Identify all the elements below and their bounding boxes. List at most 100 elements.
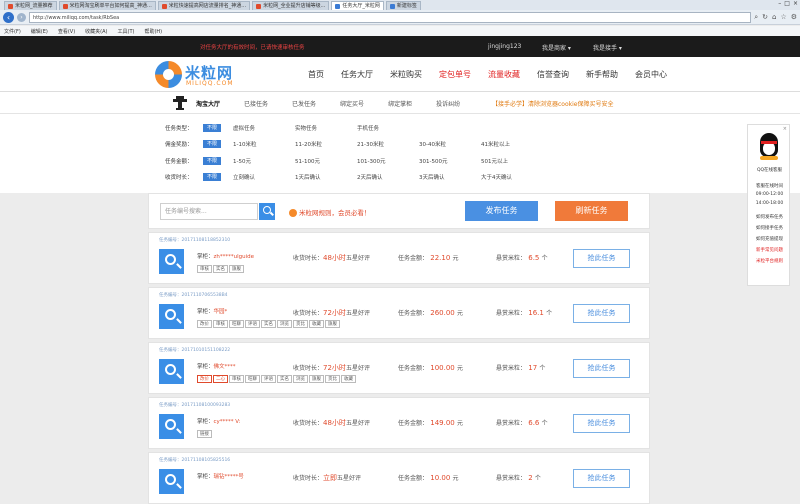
grab-task-button[interactable]: 抢此任务 bbox=[573, 249, 630, 268]
buyer-menu[interactable]: 我是接手 ▾ bbox=[593, 43, 622, 52]
filter-option[interactable]: 大于4天确认 bbox=[481, 173, 543, 181]
search-button[interactable] bbox=[259, 203, 275, 220]
menu-item[interactable]: 工具(T) bbox=[118, 28, 135, 35]
promo-link[interactable]: 【接手必学】清除浏览器cookie保障买号安全 bbox=[492, 99, 613, 108]
tab-label: 米粒网淘宝刷单平台如何提高_神通... bbox=[69, 3, 152, 9]
seller-menu[interactable]: 我是商家 ▾ bbox=[542, 43, 571, 52]
minimize-icon[interactable]: – bbox=[778, 0, 781, 8]
filter-option[interactable]: 41米粒以上 bbox=[481, 140, 543, 148]
filter-option[interactable]: 手机任务 bbox=[357, 124, 419, 132]
grab-task-button[interactable]: 抢此任务 bbox=[573, 469, 630, 488]
refresh-task-button[interactable]: 刷新任务 bbox=[555, 201, 628, 221]
filter-option[interactable]: 实物任务 bbox=[295, 124, 357, 132]
nav-item[interactable]: 任务大厅 bbox=[341, 69, 373, 80]
task-shop: 掌柜：佛文**** bbox=[197, 362, 236, 370]
filter-option[interactable]: 立刻确认 bbox=[233, 173, 295, 181]
filter-option[interactable]: 301-500元 bbox=[419, 157, 481, 165]
time-label: 收货时长： bbox=[293, 475, 324, 482]
filter-label: 任务类型： bbox=[165, 126, 193, 132]
gear-icon[interactable]: ⚙ bbox=[791, 13, 797, 22]
filter-option[interactable]: 1-10米粒 bbox=[233, 140, 295, 148]
filter-option[interactable]: 1-50元 bbox=[233, 157, 295, 165]
filter-option[interactable]: 3天后确认 bbox=[419, 173, 481, 181]
sub-nav-item[interactable]: 投诉纠纷 bbox=[436, 99, 460, 108]
filter-option[interactable]: 101-300元 bbox=[357, 157, 419, 165]
back-icon[interactable]: ‹ bbox=[3, 11, 14, 23]
task-tag: 浏览 bbox=[277, 320, 292, 328]
site-logo[interactable]: 米粒网 MILIQQ.COM bbox=[155, 61, 235, 88]
sub-nav-item[interactable]: 淘宝大厅 bbox=[196, 99, 220, 108]
amount-label: 任务金额： bbox=[398, 365, 429, 372]
amount-label: 任务金额： bbox=[398, 310, 429, 317]
grab-task-button[interactable]: 抢此任务 bbox=[573, 359, 630, 378]
reward-label: 悬赏米粒： bbox=[496, 255, 527, 262]
menu-item[interactable]: 查看(V) bbox=[58, 28, 75, 35]
filter-all-button[interactable]: 不限 bbox=[203, 140, 221, 148]
sub-nav-item[interactable]: 绑定买号 bbox=[340, 99, 364, 108]
task-tag: 浏览 bbox=[293, 375, 308, 383]
close-window-icon[interactable]: × bbox=[793, 0, 798, 8]
refresh-icon[interactable]: ↻ bbox=[762, 13, 768, 22]
rating-text: 五星好评 bbox=[345, 255, 370, 262]
filter-all-button[interactable]: 不限 bbox=[203, 124, 221, 132]
browser-tab[interactable]: 任务大厅_米粒网 bbox=[331, 1, 384, 10]
grab-task-button[interactable]: 抢此任务 bbox=[573, 414, 630, 433]
filter-option[interactable]: 1天后确认 bbox=[295, 173, 357, 181]
grab-task-button[interactable]: 抢此任务 bbox=[573, 304, 630, 323]
browser-tab[interactable]: 米粒网淘宝刷单平台如何提高_神通... bbox=[58, 1, 156, 10]
filter-option[interactable]: 虚拟任务 bbox=[233, 124, 295, 132]
help-link[interactable]: 如何发布任务 bbox=[748, 214, 791, 220]
url-field[interactable]: http://www.miliqq.com/task/RbSea bbox=[29, 11, 752, 23]
filter-panel: 任务类型： 不限 虚拟任务 实物任务 手机任务 佣金奖励： 不限 1-10米粒 11-20米粒 2… bbox=[0, 114, 800, 193]
search-icon[interactable]: ⌕ bbox=[754, 13, 758, 22]
help-link[interactable]: 新手常见问题 bbox=[748, 247, 791, 253]
sub-nav-item[interactable]: 绑定掌柜 bbox=[388, 99, 412, 108]
forward-icon[interactable]: › bbox=[17, 12, 26, 22]
task-id: 任务编号：20171108105825516 bbox=[159, 458, 231, 463]
sub-nav-item[interactable]: 已接任务 bbox=[244, 99, 268, 108]
browser-tab[interactable]: 米粒网_全业提升店铺等级... bbox=[252, 1, 330, 10]
publish-task-button[interactable]: 发布任务 bbox=[465, 201, 538, 221]
sub-nav-item[interactable]: 已发任务 bbox=[292, 99, 316, 108]
filter-option[interactable]: 21-30米粒 bbox=[357, 140, 419, 148]
rules-link[interactable]: 米粒网规则，会员必看！ bbox=[289, 207, 371, 217]
nav-item[interactable]: 新手帮助 bbox=[586, 69, 618, 80]
filter-option[interactable]: 30-40米粒 bbox=[419, 140, 481, 148]
browser-tab[interactable]: 新建标签 bbox=[385, 1, 421, 10]
browser-tab[interactable]: 米粒快速提高网店流量排名_神通... bbox=[157, 1, 251, 10]
task-reward: 悬赏米粒： 6.6 个 bbox=[496, 418, 548, 427]
reward-label: 悬赏米粒： bbox=[496, 420, 527, 427]
menu-item[interactable]: 收藏夹(A) bbox=[85, 28, 107, 35]
menu-item[interactable]: 文件(F) bbox=[4, 28, 21, 35]
menu-item[interactable]: 帮助(H) bbox=[144, 28, 162, 35]
nav-item[interactable]: 信誉查询 bbox=[537, 69, 569, 80]
username-link[interactable]: jingjing123 bbox=[488, 43, 521, 50]
amount-label: 任务金额： bbox=[398, 255, 429, 262]
filter-option[interactable]: 2天后确认 bbox=[357, 173, 419, 181]
filter-option[interactable]: 51-100元 bbox=[295, 157, 357, 165]
nav-item[interactable]: 米粒购买 bbox=[390, 69, 422, 80]
nav-item[interactable]: 定包单号 bbox=[439, 69, 471, 80]
filter-row: 收货时长： 不限 立刻确认 1天后确认 2天后确认 3天后确认 大于4天确认 bbox=[165, 172, 543, 182]
filter-option[interactable]: 501元以上 bbox=[481, 157, 543, 165]
browser-tab[interactable]: 米粒网_流量推荐 bbox=[4, 1, 57, 10]
help-link[interactable]: 如何接手任务 bbox=[748, 225, 791, 231]
close-icon[interactable]: × bbox=[783, 126, 787, 132]
home-icon[interactable]: ⌂ bbox=[772, 13, 776, 22]
help-link[interactable]: 米粒平台规则 bbox=[748, 258, 791, 264]
menu-item[interactable]: 编辑(E) bbox=[31, 28, 48, 35]
search-icon bbox=[263, 206, 271, 214]
filter-all-button[interactable]: 不限 bbox=[203, 157, 221, 165]
nav-item[interactable]: 流量收藏 bbox=[488, 69, 520, 80]
qq-service-link[interactable]: QQ在线客服 bbox=[748, 167, 791, 173]
maximize-icon[interactable]: □ bbox=[784, 0, 790, 8]
star-icon[interactable]: ☆ bbox=[780, 13, 786, 22]
nav-item[interactable]: 首页 bbox=[308, 69, 324, 80]
task-search-input[interactable]: 任务编号搜索... bbox=[160, 203, 258, 220]
help-link[interactable]: 如何充值提现 bbox=[748, 236, 791, 242]
filter-option[interactable]: 11-20米粒 bbox=[295, 140, 357, 148]
task-icon bbox=[159, 249, 184, 274]
nav-item[interactable]: 会员中心 bbox=[635, 69, 667, 80]
task-tag: 货比 bbox=[293, 320, 308, 328]
filter-all-button[interactable]: 不限 bbox=[203, 173, 221, 181]
